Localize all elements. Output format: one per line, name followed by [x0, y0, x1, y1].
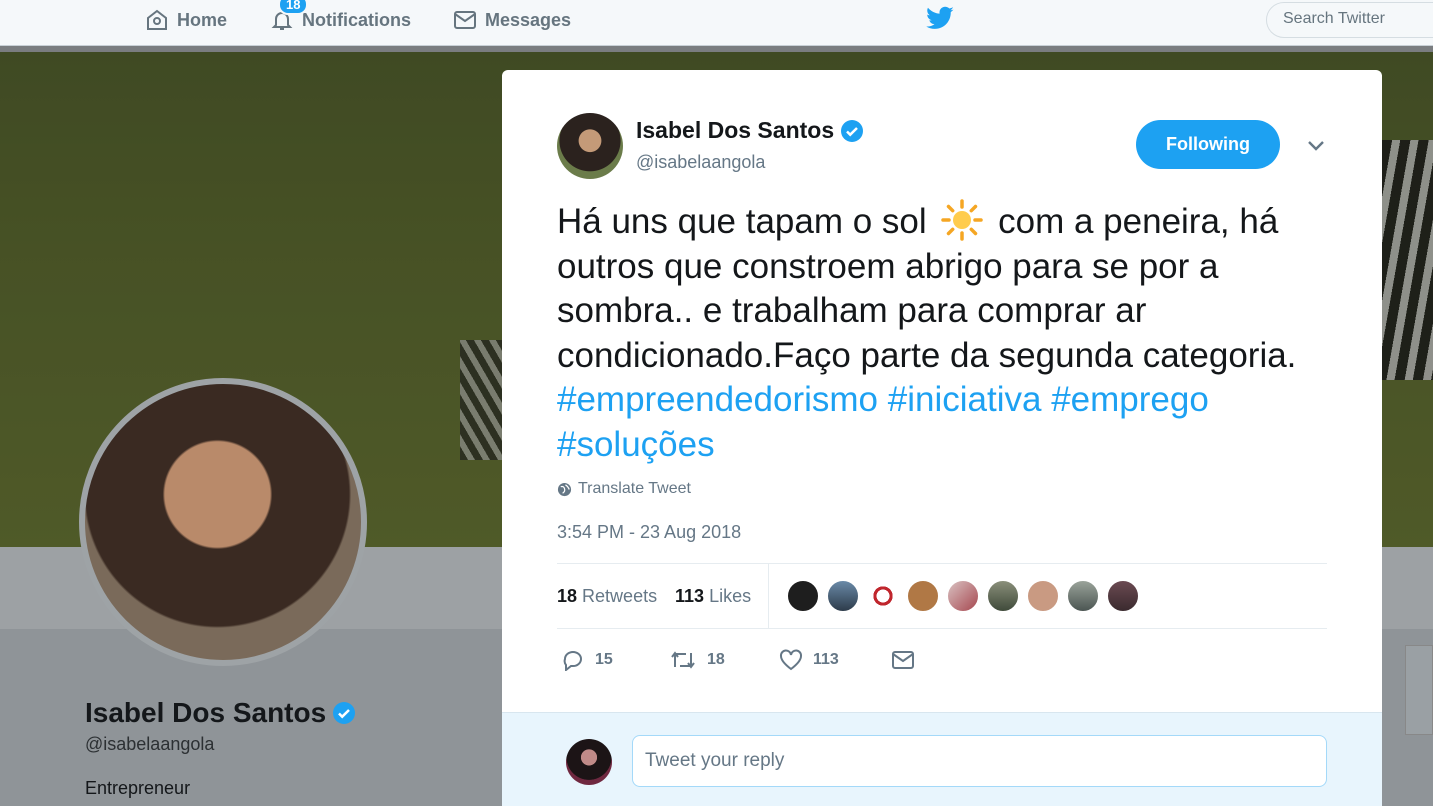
envelope-icon — [892, 651, 914, 669]
retweet-action[interactable]: 18 — [669, 649, 725, 671]
retweets-count: 18 — [557, 586, 578, 606]
top-navigation: Home 18 Notifications Messages Search Tw… — [0, 0, 1433, 46]
hashtag-link[interactable]: #empreendedorismo — [557, 380, 878, 419]
translate-tweet-label: Translate Tweet — [578, 480, 691, 497]
liker-avatar[interactable] — [907, 580, 939, 612]
liker-avatar[interactable] — [947, 580, 979, 612]
envelope-icon — [454, 11, 476, 29]
retweet-icon — [671, 651, 695, 669]
reply-icon — [563, 651, 582, 671]
profile-bio: Entrepreneur — [85, 778, 191, 798]
nav-home-label: Home — [177, 9, 228, 30]
tweet-author-name[interactable]: Isabel Dos Santos — [636, 117, 864, 144]
likes-label: Likes — [709, 586, 752, 606]
current-user-avatar — [566, 739, 612, 785]
liker-avatar[interactable] — [827, 580, 859, 612]
liker-avatar[interactable] — [1027, 580, 1059, 612]
search-input[interactable]: Search Twitter — [1266, 2, 1433, 38]
likes-count: 113 — [675, 586, 705, 606]
twitter-bird-icon[interactable] — [925, 6, 955, 32]
scrollbar[interactable] — [1405, 645, 1433, 735]
profile-name: Isabel Dos Santos — [85, 697, 356, 729]
like-count: 113 — [813, 651, 839, 668]
likes-stat[interactable]: 113 Likes — [675, 586, 751, 607]
verified-icon — [841, 119, 864, 142]
nav-notifications-label: Notifications — [302, 9, 412, 30]
sun-emoji-icon — [941, 199, 984, 241]
translate-tweet-link[interactable]: Translate Tweet — [557, 480, 691, 498]
liker-avatar[interactable] — [987, 580, 1019, 612]
nav-messages[interactable]: Messages — [453, 0, 571, 40]
tweet-text-part-1: Há uns que tapam o sol — [557, 202, 927, 241]
stats-divider — [768, 564, 769, 628]
like-action[interactable]: 113 — [779, 649, 839, 671]
profile-avatar[interactable] — [79, 378, 367, 666]
home-icon — [147, 9, 167, 30]
hashtag-link[interactable]: #iniciativa — [888, 380, 1042, 419]
tweet-stats: 18 Retweets 113 Likes — [557, 563, 1327, 629]
reply-action[interactable]: 15 — [561, 649, 613, 671]
retweets-stat[interactable]: 18 Retweets — [557, 586, 657, 607]
liker-avatar[interactable] — [787, 580, 819, 612]
tweet-author-handle[interactable]: @isabelaangola — [636, 152, 765, 173]
profile-handle: @isabelaangola — [85, 734, 215, 754]
tweet-author-avatar[interactable] — [557, 113, 623, 179]
retweets-label: Retweets — [582, 586, 658, 606]
reply-count: 15 — [595, 651, 613, 668]
direct-message-action[interactable] — [891, 649, 915, 671]
nav-notifications[interactable]: 18 Notifications — [270, 0, 411, 40]
liker-avatar[interactable] — [867, 580, 899, 612]
verified-icon — [333, 702, 356, 724]
reply-input[interactable]: Tweet your reply — [632, 735, 1327, 787]
heart-icon — [780, 649, 802, 671]
tweet-timestamp[interactable]: 3:54 PM - 23 Aug 2018 — [557, 522, 741, 543]
tweet-modal: Isabel Dos Santos @isabelaangola Followi… — [502, 70, 1382, 806]
notifications-badge: 18 — [278, 0, 309, 15]
nav-messages-label: Messages — [485, 9, 572, 30]
hashtag-link[interactable]: #emprego — [1051, 380, 1209, 419]
nav-home[interactable]: Home — [145, 0, 227, 40]
liker-avatar[interactable] — [1107, 580, 1139, 612]
reply-composer: Tweet your reply — [502, 712, 1382, 806]
following-button[interactable]: Following — [1136, 120, 1280, 169]
hashtag-link[interactable]: #soluções — [557, 425, 715, 464]
chevron-down-icon[interactable] — [1306, 138, 1326, 152]
tweet-actions: 15 18 113 — [557, 645, 1057, 685]
retweet-count: 18 — [707, 651, 725, 668]
liker-avatar[interactable] — [1067, 580, 1099, 612]
tweet-text: Há uns que tapam o sol com a peneira, há… — [557, 199, 1347, 467]
globe-icon — [557, 482, 572, 496]
